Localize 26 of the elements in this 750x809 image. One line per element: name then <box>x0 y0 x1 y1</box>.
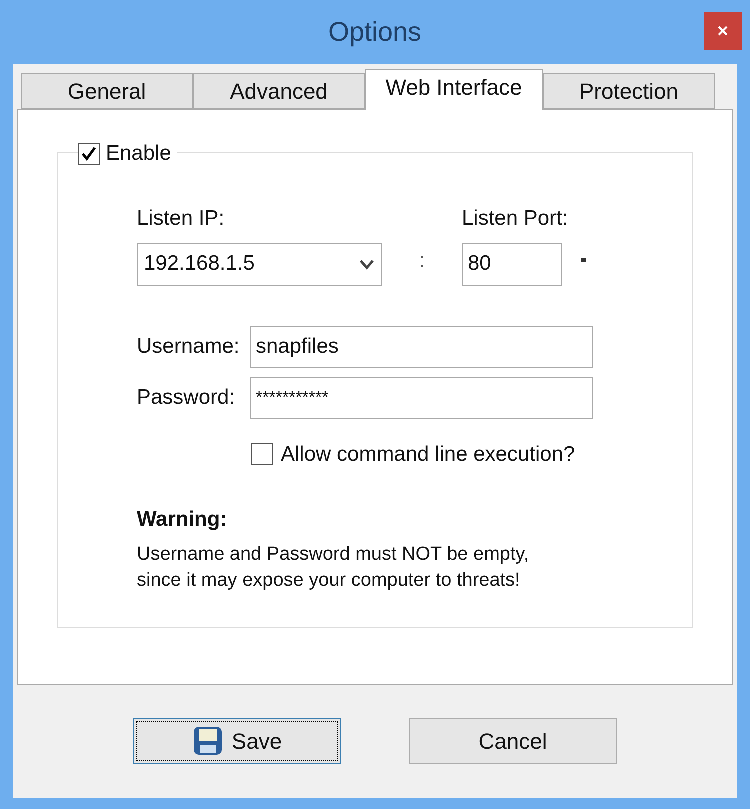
cancel-button[interactable]: Cancel <box>409 718 617 764</box>
chevron-down-icon <box>359 258 375 270</box>
checkmark-icon <box>81 146 97 162</box>
allow-command-line-label: Allow command line execution? <box>281 442 576 468</box>
listen-ip-dropdown[interactable]: 192.168.1.5 <box>137 242 382 286</box>
tab[interactable]: General <box>21 73 193 109</box>
close-button[interactable] <box>704 12 742 50</box>
username-label: Username: <box>137 334 241 360</box>
tab[interactable]: Web Interface <box>365 69 543 110</box>
checkbox[interactable] <box>251 443 273 466</box>
save-button[interactable]: Save <box>133 718 341 764</box>
tab[interactable]: Protection <box>543 73 715 109</box>
enable-label: Enable <box>106 141 172 167</box>
tab[interactable]: Advanced <box>193 73 365 109</box>
password-field[interactable]: *********** <box>250 376 593 418</box>
separator-colon: : <box>418 248 426 274</box>
warning-text: Username and Password must NOT be empty, since it may expose your computer to threats! <box>137 542 530 592</box>
username-field[interactable]: snapfiles <box>250 326 593 368</box>
window-title: Options <box>328 16 422 49</box>
warning-title: Warning: <box>137 507 228 533</box>
checkbox[interactable] <box>78 142 100 165</box>
close-icon <box>718 26 728 36</box>
password-label: Password: <box>137 384 236 411</box>
listen-port-field[interactable]: 80 <box>462 242 562 286</box>
listen-port-label: Listen Port: <box>462 206 570 232</box>
listen-ip-label: Listen IP: <box>137 206 226 232</box>
